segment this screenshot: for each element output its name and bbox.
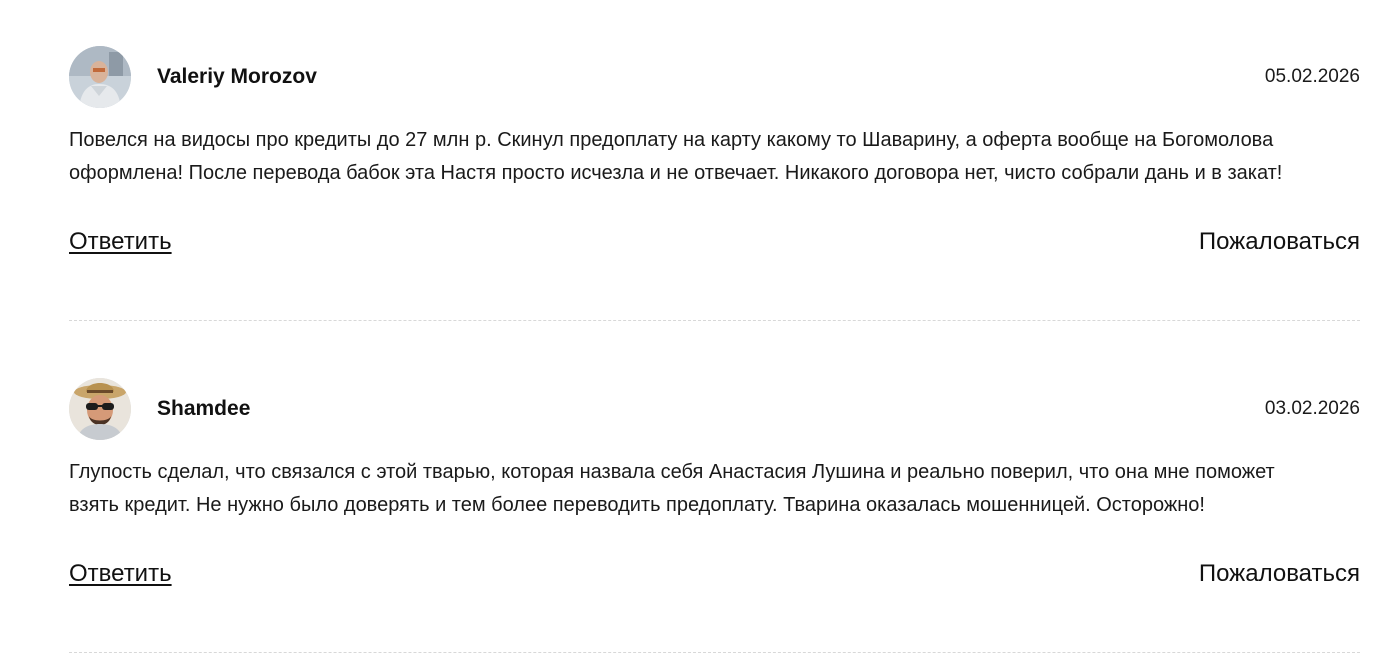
reply-button[interactable]: Ответить xyxy=(69,560,172,588)
comment-item: Valeriy Morozov 05.02.2026 Повелся на ви… xyxy=(69,46,1360,258)
avatar-photo-icon xyxy=(69,46,131,108)
comment-header: Shamdee 03.02.2026 xyxy=(69,378,1360,440)
comments-list: Valeriy Morozov 05.02.2026 Повелся на ви… xyxy=(0,0,1379,661)
comment-item: Shamdee 03.02.2026 Глупость сделал, что … xyxy=(69,378,1360,590)
comment-divider xyxy=(69,320,1360,321)
author-name: Shamdee xyxy=(157,397,251,420)
comment-date: 03.02.2026 xyxy=(1264,398,1360,419)
comment-header: Valeriy Morozov 05.02.2026 xyxy=(69,46,1360,108)
comment-text: Глупость сделал, что связался с этой тва… xyxy=(69,461,1275,516)
avatar-photo-icon xyxy=(69,378,131,440)
report-button[interactable]: Пожаловаться xyxy=(1199,560,1360,588)
avatar[interactable] xyxy=(69,46,131,108)
comment-actions: Ответить Пожаловаться xyxy=(69,560,1360,590)
comment-text: Повелся на видосы про кредиты до 27 млн … xyxy=(69,129,1283,184)
author-name: Valeriy Morozov xyxy=(157,65,317,88)
report-button[interactable]: Пожаловаться xyxy=(1199,228,1360,256)
avatar[interactable] xyxy=(69,378,131,440)
reply-button[interactable]: Ответить xyxy=(69,228,172,256)
comment-date: 05.02.2026 xyxy=(1264,66,1360,87)
comment-divider xyxy=(69,652,1360,653)
comment-actions: Ответить Пожаловаться xyxy=(69,228,1360,258)
